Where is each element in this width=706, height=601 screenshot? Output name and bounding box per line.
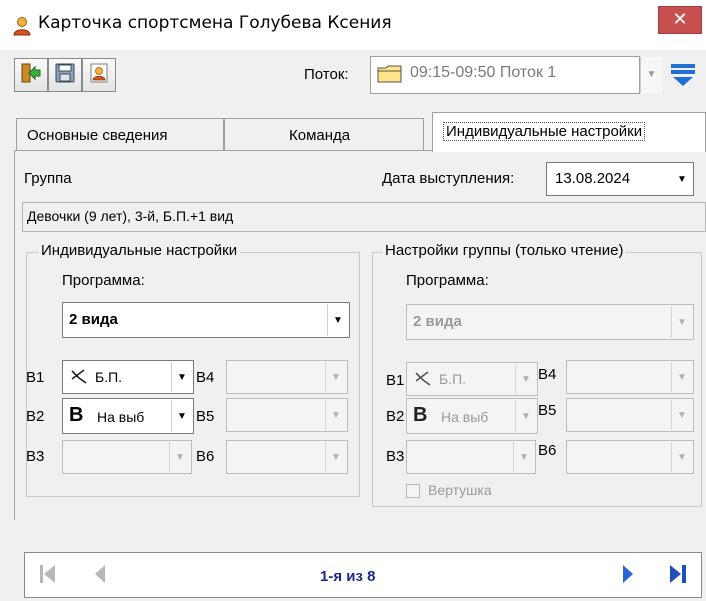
spinner-checkbox-label: Вертушка: [428, 482, 492, 498]
exit-icon: [20, 62, 42, 88]
individual-settings-title: Индивидуальные настройки: [38, 242, 241, 259]
group-program-label: Программа:: [406, 272, 489, 289]
date-value: 13.08.2024: [555, 170, 631, 187]
record-counter: 1-я из 8: [320, 568, 376, 585]
stream-value: 09:15-09:50 Поток 1: [410, 64, 557, 81]
group-slot-b1-select[interactable]: Б.П. ▼: [406, 362, 538, 396]
group-program-select[interactable]: 2 вида ▼: [406, 304, 694, 340]
vault-icon: В: [69, 404, 84, 426]
slot-b2-select[interactable]: В На выб ▼: [62, 398, 194, 434]
chevron-down-icon[interactable]: ▼: [671, 442, 692, 472]
slot-b5-select[interactable]: ▼: [226, 398, 348, 432]
group-slot-b5-label: В5: [538, 402, 557, 419]
folder-icon: [377, 63, 403, 89]
group-slot-b2-select[interactable]: В На выб ▼: [406, 398, 538, 434]
slot-b3-select[interactable]: ▼: [62, 440, 192, 474]
chevron-down-icon[interactable]: ▼: [513, 442, 534, 472]
group-slot-b3-label: В3: [386, 448, 405, 465]
slot-b3-label: В3: [26, 448, 45, 465]
person-card-icon: [88, 62, 110, 88]
group-settings-title: Настройки группы (только чтение): [382, 242, 627, 259]
bars-icon: [69, 367, 89, 391]
slot-b4-select[interactable]: ▼: [226, 360, 348, 394]
date-label: Дата выступления:: [382, 170, 515, 187]
last-record-button[interactable]: [658, 556, 698, 596]
chevron-down-icon[interactable]: ▼: [671, 306, 692, 338]
first-record-icon: [37, 562, 59, 590]
window-title: Карточка спортсмена Голубева Ксения: [38, 13, 392, 33]
previous-record-button[interactable]: [80, 556, 120, 596]
chevron-down-icon[interactable]: ▼: [671, 400, 692, 430]
last-record-icon: [667, 562, 689, 590]
slot-b2-value: На выб: [97, 409, 145, 425]
group-slot-b4-select[interactable]: ▼: [566, 360, 694, 394]
date-picker[interactable]: 13.08.2024 ▼: [546, 162, 694, 196]
save-icon: [54, 62, 76, 88]
save-button[interactable]: [48, 58, 82, 92]
group-value: Девочки (9 лет), 3-й, Б.П.+1 вид: [27, 208, 234, 224]
group-slot-b6-select[interactable]: ▼: [566, 440, 694, 474]
group-slot-b6-label: В6: [538, 442, 557, 459]
chevron-down-icon[interactable]: ▼: [640, 57, 662, 93]
group-slot-b2-value: На выб: [441, 409, 489, 425]
filter-button[interactable]: [668, 58, 700, 92]
chevron-down-icon[interactable]: ▼: [515, 364, 536, 394]
program-label: Программа:: [62, 272, 145, 289]
group-label: Группа: [24, 170, 72, 187]
vault-icon: В: [413, 404, 428, 426]
chevron-down-icon[interactable]: ▼: [671, 362, 692, 392]
slot-b1-select[interactable]: Б.П. ▼: [62, 360, 194, 394]
group-slot-b4-label: В4: [538, 366, 557, 383]
group-slot-b5-select[interactable]: ▼: [566, 398, 694, 432]
group-slot-b2-label: В2: [386, 408, 405, 425]
stream-label: Поток:: [304, 66, 349, 83]
group-program-value: 2 вида: [413, 313, 462, 330]
bars-icon: [413, 369, 433, 393]
chevron-down-icon[interactable]: ▼: [325, 400, 346, 430]
group-slot-b3-select[interactable]: ▼: [406, 440, 536, 474]
slot-b1-value: Б.П.: [95, 369, 123, 385]
tab-main-info-label: Основные сведения: [27, 127, 168, 144]
spinner-checkbox[interactable]: [406, 484, 420, 498]
slot-b5-label: В5: [196, 408, 215, 425]
close-button[interactable]: ✕: [658, 6, 702, 34]
chevron-down-icon[interactable]: ▼: [171, 400, 192, 432]
group-slot-b1-label: В1: [386, 372, 405, 389]
tab-individual-settings-label: Индивидуальные настройки: [443, 122, 646, 141]
chevron-down-icon[interactable]: ▼: [171, 362, 192, 392]
next-record-icon: [619, 562, 637, 590]
chevron-down-icon[interactable]: ▼: [325, 442, 346, 472]
group-slot-b1-value: Б.П.: [439, 371, 467, 387]
athlete-icon: [12, 16, 32, 36]
group-field: Девочки (9 лет), 3-й, Б.П.+1 вид: [22, 202, 706, 232]
previous-record-icon: [91, 562, 109, 590]
chevron-down-icon[interactable]: ▼: [672, 164, 692, 194]
filter-icon: [668, 64, 698, 94]
slot-b6-select[interactable]: ▼: [226, 440, 348, 474]
chevron-down-icon[interactable]: ▼: [515, 400, 536, 432]
slot-b4-label: В4: [196, 369, 215, 386]
program-select[interactable]: 2 вида ▼: [62, 302, 350, 338]
next-record-button[interactable]: [608, 556, 648, 596]
slot-b2-label: В2: [26, 408, 45, 425]
slot-b6-label: В6: [196, 448, 215, 465]
tab-main-info[interactable]: Основные сведения: [16, 118, 224, 150]
tab-team-label: Команда: [289, 127, 351, 144]
chevron-down-icon[interactable]: ▼: [327, 304, 348, 336]
first-record-button[interactable]: [28, 556, 68, 596]
exit-button[interactable]: [14, 58, 48, 92]
chevron-down-icon[interactable]: ▼: [325, 362, 346, 392]
program-value: 2 вида: [69, 311, 118, 328]
photo-button[interactable]: [82, 58, 116, 92]
chevron-down-icon[interactable]: ▼: [169, 442, 190, 472]
slot-b1-label: В1: [26, 369, 45, 386]
tab-individual-settings[interactable]: Индивидуальные настройки: [432, 112, 706, 152]
tab-team[interactable]: Команда: [224, 118, 424, 150]
